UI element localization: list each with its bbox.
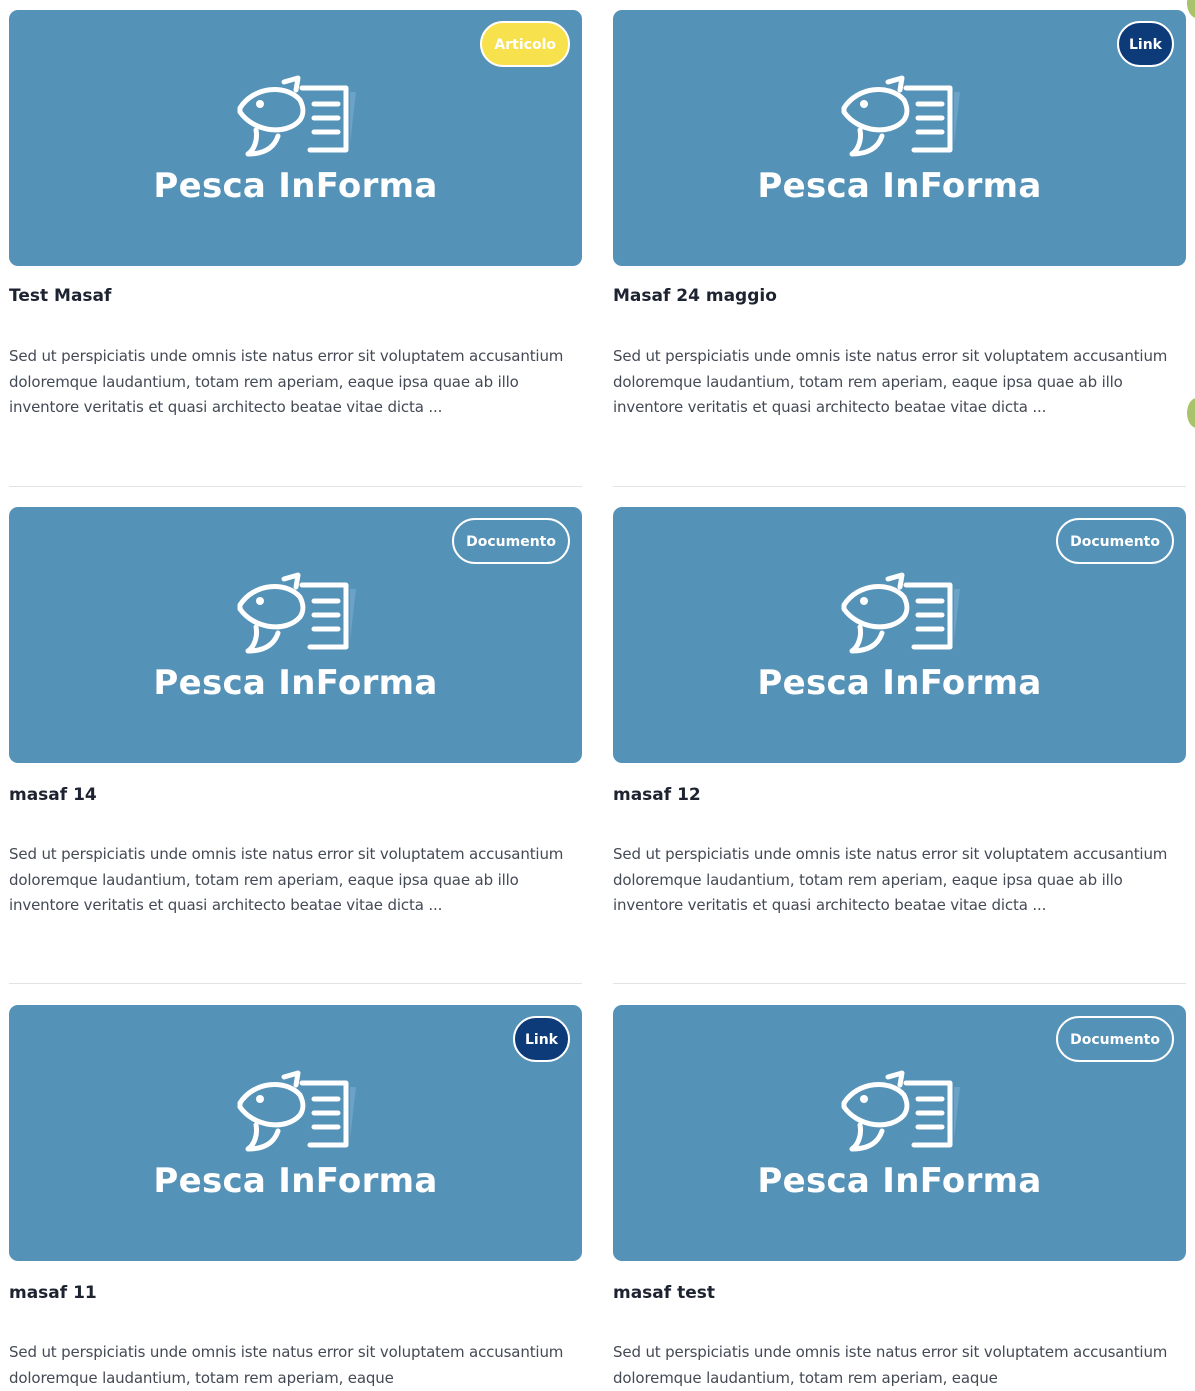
card-title[interactable]: masaf 12: [613, 785, 701, 805]
fish-document-icon: [613, 1069, 1186, 1169]
card-title[interactable]: Masaf 24 maggio: [613, 286, 777, 306]
card-excerpt: Sed ut perspiciatis unde omnis iste natu…: [9, 1343, 564, 1387]
fish-document-icon: [613, 74, 1186, 174]
card-excerpt: Sed ut perspiciatis unde omnis iste natu…: [613, 1343, 1168, 1387]
content-type-badge: Link: [1117, 21, 1174, 67]
card-thumbnail[interactable]: Pesca InForma Documento: [613, 1005, 1186, 1261]
content-type-badge: Documento: [1056, 518, 1174, 564]
content-type-badge: Documento: [452, 518, 570, 564]
brand-name: Pesca InForma: [757, 663, 1042, 703]
brand-name: Pesca InForma: [757, 1161, 1042, 1201]
card-title[interactable]: masaf 14: [9, 785, 97, 805]
fish-document-icon: [9, 74, 582, 174]
fish-document-icon: [9, 571, 582, 671]
fish-document-icon: [9, 1069, 582, 1169]
edge-decoration: [1187, 0, 1195, 18]
edge-decoration: [1187, 398, 1195, 428]
brand-name: Pesca InForma: [153, 166, 438, 206]
content-type-badge: Documento: [1056, 1016, 1174, 1062]
brand-name: Pesca InForma: [153, 663, 438, 703]
card-thumbnail[interactable]: Pesca InForma Articolo: [9, 10, 582, 266]
brand-name: Pesca InForma: [757, 166, 1042, 206]
card-thumbnail[interactable]: Pesca InForma Link: [9, 1005, 582, 1261]
card-excerpt: Sed ut perspiciatis unde omnis iste natu…: [9, 347, 564, 416]
content-type-badge: Link: [513, 1016, 570, 1062]
card-divider: [613, 486, 1186, 487]
brand-name: Pesca InForma: [153, 1161, 438, 1201]
card-divider: [613, 983, 1186, 984]
card-title[interactable]: masaf 11: [9, 1283, 97, 1303]
card-title[interactable]: masaf test: [613, 1283, 715, 1303]
card-divider: [9, 486, 582, 487]
card-excerpt: Sed ut perspiciatis unde omnis iste natu…: [613, 347, 1168, 416]
card-thumbnail[interactable]: Pesca InForma Documento: [9, 507, 582, 763]
card-excerpt: Sed ut perspiciatis unde omnis iste natu…: [613, 845, 1168, 914]
card-thumbnail[interactable]: Pesca InForma Documento: [613, 507, 1186, 763]
card-thumbnail[interactable]: Pesca InForma Link: [613, 10, 1186, 266]
card-title[interactable]: Test Masaf: [9, 286, 111, 306]
content-type-badge: Articolo: [480, 21, 570, 67]
card-divider: [9, 983, 582, 984]
card-excerpt: Sed ut perspiciatis unde omnis iste natu…: [9, 845, 564, 914]
fish-document-icon: [613, 571, 1186, 671]
